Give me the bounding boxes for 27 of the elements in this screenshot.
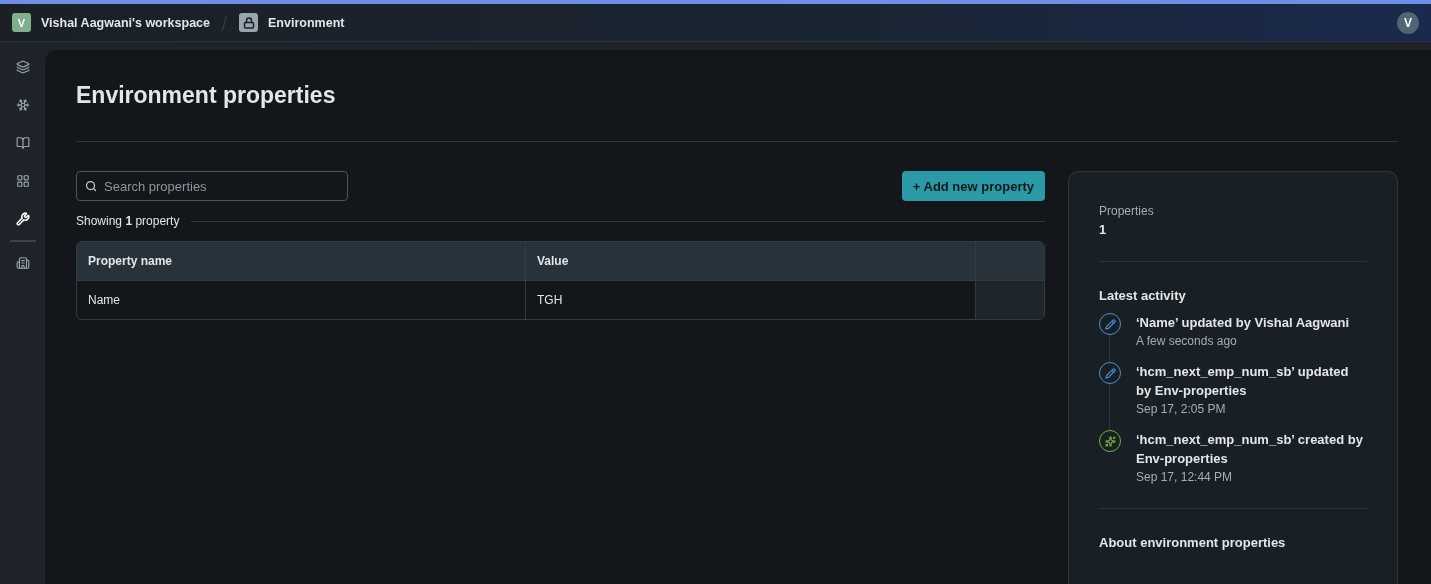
workspace-link[interactable]: Vishal Aagwani's workspace bbox=[41, 15, 211, 30]
activity-text: ‘hcm_next_emp_num_sb’ updated by Env-properties bbox=[1136, 363, 1350, 400]
activity-text: ‘Name’ updated by Vishal Aagwani bbox=[1136, 314, 1350, 332]
table-cell: TGH bbox=[526, 280, 976, 319]
column-header: Property name bbox=[77, 242, 526, 280]
activity-time: A few seconds ago bbox=[1136, 334, 1238, 348]
sparkles-icon bbox=[1099, 430, 1121, 452]
activity-text: ‘hcm_next_emp_num_sb’ created by Env-properties bbox=[1136, 431, 1364, 468]
column-header: Value bbox=[526, 242, 976, 280]
user-avatar[interactable]: V bbox=[1397, 11, 1419, 34]
page-title: Environment properties bbox=[76, 82, 337, 109]
table-cell: Name bbox=[77, 280, 526, 319]
result-count: Showing 1 property bbox=[76, 214, 180, 228]
about-title: About environment properties bbox=[1099, 535, 1287, 550]
properties-count: 1 bbox=[1099, 222, 1108, 237]
lock-icon bbox=[239, 13, 259, 32]
pencil-icon bbox=[1099, 313, 1121, 335]
activity-title: Latest activity bbox=[1099, 288, 1187, 303]
activity-time: Sep 17, 2:05 PM bbox=[1136, 402, 1227, 416]
pencil-icon bbox=[1099, 362, 1121, 384]
properties-label: Properties bbox=[1099, 204, 1155, 218]
activity-time: Sep 17, 12:44 PM bbox=[1136, 470, 1234, 484]
search-field[interactable]: Search properties bbox=[76, 171, 348, 201]
workspace-avatar: V bbox=[12, 13, 31, 32]
search-icon bbox=[85, 180, 97, 192]
add-property-button[interactable]: + Add new property bbox=[901, 171, 1045, 201]
environment-link[interactable]: Environment bbox=[268, 15, 345, 30]
